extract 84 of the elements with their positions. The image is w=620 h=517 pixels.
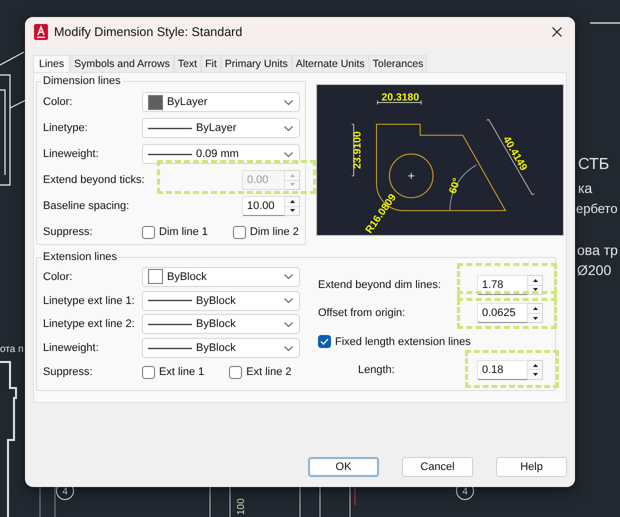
tab[interactable]: Tolerances [368,55,428,72]
field-label: Linetype ext line 1: [43,294,136,307]
field-label: Extend beyond ticks: [43,174,142,186]
line-sample-icon [148,126,192,130]
chevron-icon [284,274,293,280]
checkbox-label: Ext line 2 [246,366,292,378]
dropdown[interactable]: ByLayer [142,118,300,138]
drawing-note: Ø200 [577,262,612,278]
chevron-icon [284,298,293,304]
dimension-text: 60° [448,176,464,196]
group-title: Dimension lines [42,75,122,87]
checkbox[interactable] [142,366,155,379]
checkbox-label: Dim line 2 [250,226,299,238]
chevron-icon [284,152,293,156]
triangle-down-icon [532,316,538,320]
drawing-note: ова тр [577,242,618,258]
chevron-icon [284,126,293,130]
field-label: Suppress: [43,226,94,238]
line-sample-icon [148,346,192,350]
dimension-text: 100 [236,498,247,515]
triangle-up-icon [290,174,294,177]
triangle-down-icon [532,373,538,376]
tab[interactable]: Text [174,55,202,72]
triangle-up-icon [532,278,538,282]
tab[interactable]: Primary Units [220,55,292,72]
field-label: Lineweight: [43,148,100,160]
line-sample-icon [148,322,192,326]
tab[interactable]: Symbols and Arrows [70,55,174,72]
dialog-button[interactable]: Cancel [402,457,473,477]
dropdown[interactable]: ByBlock [142,266,300,287]
field-label: Linetype ext line 2: [43,318,136,330]
tab[interactable]: Alternate Units [292,55,369,72]
checkmark-icon [320,338,329,346]
dialog-button[interactable]: Help [496,457,567,477]
field-label: Length: [357,364,396,376]
dropdown[interactable]: ByLayer [142,92,300,112]
number-field[interactable]: 0.0625 [477,303,528,324]
dropdown[interactable]: ByBlock [142,290,300,311]
triangle-up-icon [532,307,538,310]
checkbox[interactable] [229,366,242,379]
checkbox-label: Fixed length extension lines [335,336,471,348]
number-field[interactable]: 10.00 [242,196,285,216]
drawing-note: ота п [0,344,24,355]
dimension-text: 20.3180 [382,92,420,104]
drawing-note: ка [578,180,592,196]
number-field[interactable]: 1.78 [477,275,528,296]
dropdown[interactable]: ByBlock [142,338,300,358]
checkbox-label: Ext line 1 [159,366,204,378]
close-icon [552,27,562,37]
triangle-down-icon [290,209,294,212]
line-sample-icon [148,152,192,156]
checkbox-label: Dim line 1 [159,226,208,238]
line-sample-icon [148,299,192,302]
tab[interactable]: Fit [201,55,221,72]
field-label: Linetype: [43,122,89,134]
dropdown[interactable]: 0.09 mm [142,144,300,164]
app-logo-icon [34,24,48,40]
checkbox[interactable] [318,335,331,348]
checkbox[interactable] [232,226,246,238]
group-title: Extension lines [42,251,118,263]
field-label: Suppress: [43,366,94,378]
field-label: Offset from origin: [318,307,406,320]
dialog-button[interactable]: OK [308,457,379,477]
field-label: Color: [43,270,74,283]
drawing-note: ербето [576,201,618,216]
drawing-note: СТБ [578,156,610,174]
checkbox[interactable] [142,226,155,238]
spin-down-button[interactable] [528,312,542,322]
tab[interactable]: Lines [33,55,70,72]
field-label: Baseline spacing: [43,200,130,212]
dropdown[interactable]: ByBlock [142,314,300,334]
triangle-down-icon [290,183,294,186]
chevron-icon [284,322,293,327]
dimension-text: 23.9100 [352,131,364,169]
chevron-icon [284,346,293,351]
number-field[interactable]: 0.18 [477,360,528,380]
window-title: Modify Dimension Style: Standard [54,25,244,39]
triangle-up-icon [290,200,294,203]
triangle-down-icon [532,288,538,292]
field-label: Extend beyond dim lines: [318,279,442,292]
field-label: Lineweight: [43,342,100,354]
triangle-up-icon [532,364,538,367]
field-label: Color: [43,96,74,108]
chevron-icon [284,100,293,104]
